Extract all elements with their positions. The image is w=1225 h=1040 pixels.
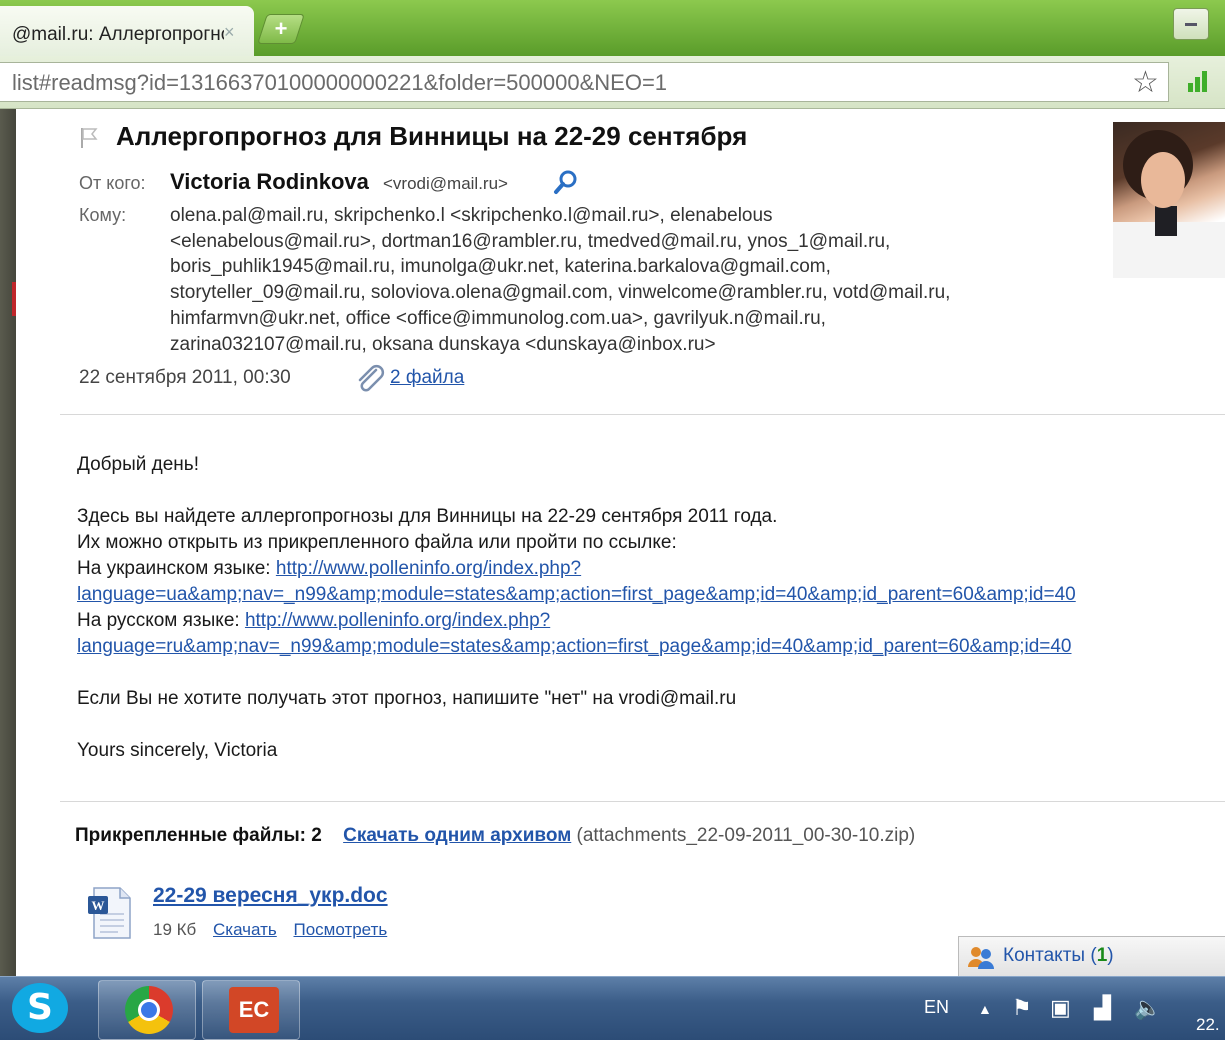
attachments-header: Прикрепленные файлы: 2 Скачать одним арх… (75, 825, 915, 847)
attachment-file-name[interactable]: 22-29 вересня_укр.doc (153, 884, 388, 908)
recipients-line: <elenabelous@mail.ru>, dortman16@rambler… (170, 230, 891, 252)
browser-toolbar: list#readmsg?id=13166370100000000221&fol… (0, 56, 1225, 109)
minimize-icon (1185, 23, 1197, 26)
recipients-line: storyteller_09@mail.ru, soloviova.olena@… (170, 282, 951, 304)
network-icon[interactable]: ▟ (1094, 995, 1111, 1021)
ua-label: На украинском языке: (77, 558, 276, 579)
body-line: Здесь вы найдете аллергопрогнозы для Вин… (77, 506, 778, 527)
view-link[interactable]: Посмотреть (294, 920, 388, 939)
attachment-size: 19 Кб (153, 920, 197, 939)
to-label: Кому: (79, 205, 127, 225)
search-icon[interactable] (553, 169, 579, 195)
tab-title: @mail.ru: Аллергопрогноз (12, 24, 224, 45)
address-bar[interactable]: list#readmsg?id=13166370100000000221&fol… (0, 62, 1169, 102)
contacts-label: Контакты (1) (1003, 945, 1114, 966)
download-all-link[interactable]: Скачать одним архивом (343, 825, 571, 846)
minimize-button[interactable] (1173, 8, 1209, 40)
taskbar-skype[interactable]: S (0, 977, 90, 1039)
contacts-icon (968, 947, 994, 969)
plus-icon: + (274, 16, 288, 41)
attachment-meta: 19 Кб Скачать Посмотреть (153, 920, 387, 940)
recipients-list: olena.pal@mail.ru, skripchenko.l <skripc… (170, 203, 1060, 357)
from-label: От кого: (79, 173, 146, 193)
flag-icon[interactable] (80, 127, 98, 149)
body-greeting: Добрый день! (77, 454, 199, 475)
power-icon[interactable]: ▣ (1050, 995, 1071, 1021)
recipients-line: boris_puhlik1945@mail.ru, imunolga@ukr.n… (170, 256, 831, 278)
svg-text:W: W (92, 898, 105, 913)
recipients-line: olena.pal@mail.ru, skripchenko.l <skripc… (170, 205, 773, 226)
sender-avatar (1113, 122, 1225, 278)
url-text[interactable]: list#readmsg?id=13166370100000000221&fol… (12, 70, 667, 96)
word-document-icon[interactable]: W (86, 884, 132, 940)
chrome-icon (125, 986, 173, 1034)
browser-tabstrip: @mail.ru: Аллергопрогноз × + (0, 0, 1225, 56)
recipients-line: zarina032107@mail.ru, oksana dunskaya <d… (170, 333, 716, 355)
clock[interactable]: 22. (1196, 1015, 1220, 1035)
message-body: Добрый день! Здесь вы найдете аллергопро… (77, 452, 1225, 764)
tray-expand-icon[interactable]: ▲ (978, 1001, 992, 1017)
recipients-line: himfarmvn@ukr.net, office <office@immuno… (170, 307, 826, 329)
contacts-panel[interactable]: Контакты (1) (958, 936, 1225, 976)
ua-link[interactable]: http://www.polleninfo.org/index.php? (276, 558, 581, 579)
new-tab-button[interactable]: + (257, 14, 305, 44)
action-center-flag-icon[interactable]: ⚑ (1012, 995, 1032, 1021)
ru-link-continued[interactable]: language=ru&amp;nav=_n99&amp;module=stat… (77, 636, 1072, 657)
ua-link-continued[interactable]: language=ua&amp;nav=_n99&amp;module=stat… (77, 584, 1076, 605)
browser-tab-active[interactable]: @mail.ru: Аллергопрогноз × (0, 6, 254, 56)
desktop-edge (0, 0, 18, 1039)
body-line: Их можно открыть из прикрепленного файла… (77, 532, 677, 553)
skype-icon: S (12, 983, 68, 1033)
body-divider (60, 801, 1225, 802)
paperclip-icon (358, 364, 385, 392)
zip-name: (attachments_22-09-2011_00-30-10.zip) (576, 825, 916, 846)
taskbar-powerpoint[interactable]: EC (202, 980, 300, 1040)
contacts-count: 1 (1096, 945, 1108, 966)
tab-close-icon[interactable]: × (224, 22, 235, 43)
message-subject: Аллергопрогноз для Винницы на 22-29 сент… (116, 121, 748, 151)
signal-bars-icon[interactable] (1186, 68, 1214, 92)
mail-view: Аллергопрогноз для Винницы на 22-29 сент… (16, 109, 1225, 976)
taskbar-chrome[interactable] (98, 980, 196, 1040)
body-signature: Yours sincerely, Victoria (77, 740, 278, 761)
bookmark-star-icon[interactable]: ☆ (1132, 65, 1159, 100)
windows-taskbar: S EC EN ▲ ⚑ ▣ ▟ 🔈 22. (0, 976, 1225, 1040)
ru-link[interactable]: http://www.polleninfo.org/index.php? (245, 610, 550, 631)
header-divider (60, 414, 1225, 415)
sender-name[interactable]: Victoria Rodinkova (170, 169, 369, 195)
message-date: 22 сентября 2011, 00:30 (79, 367, 291, 388)
ru-label: На русском языке: (77, 610, 245, 631)
attachments-link[interactable]: 2 файла (390, 367, 464, 389)
language-indicator[interactable]: EN (924, 997, 949, 1018)
download-link[interactable]: Скачать (213, 920, 277, 939)
volume-icon[interactable]: 🔈 (1134, 995, 1161, 1021)
attachments-count: Прикрепленные файлы: 2 (75, 825, 322, 846)
body-unsubscribe: Если Вы не хотите получать этот прогноз,… (77, 688, 737, 709)
sender-email: <vrodi@mail.ru> (383, 174, 508, 193)
powerpoint-icon: EC (229, 987, 279, 1033)
